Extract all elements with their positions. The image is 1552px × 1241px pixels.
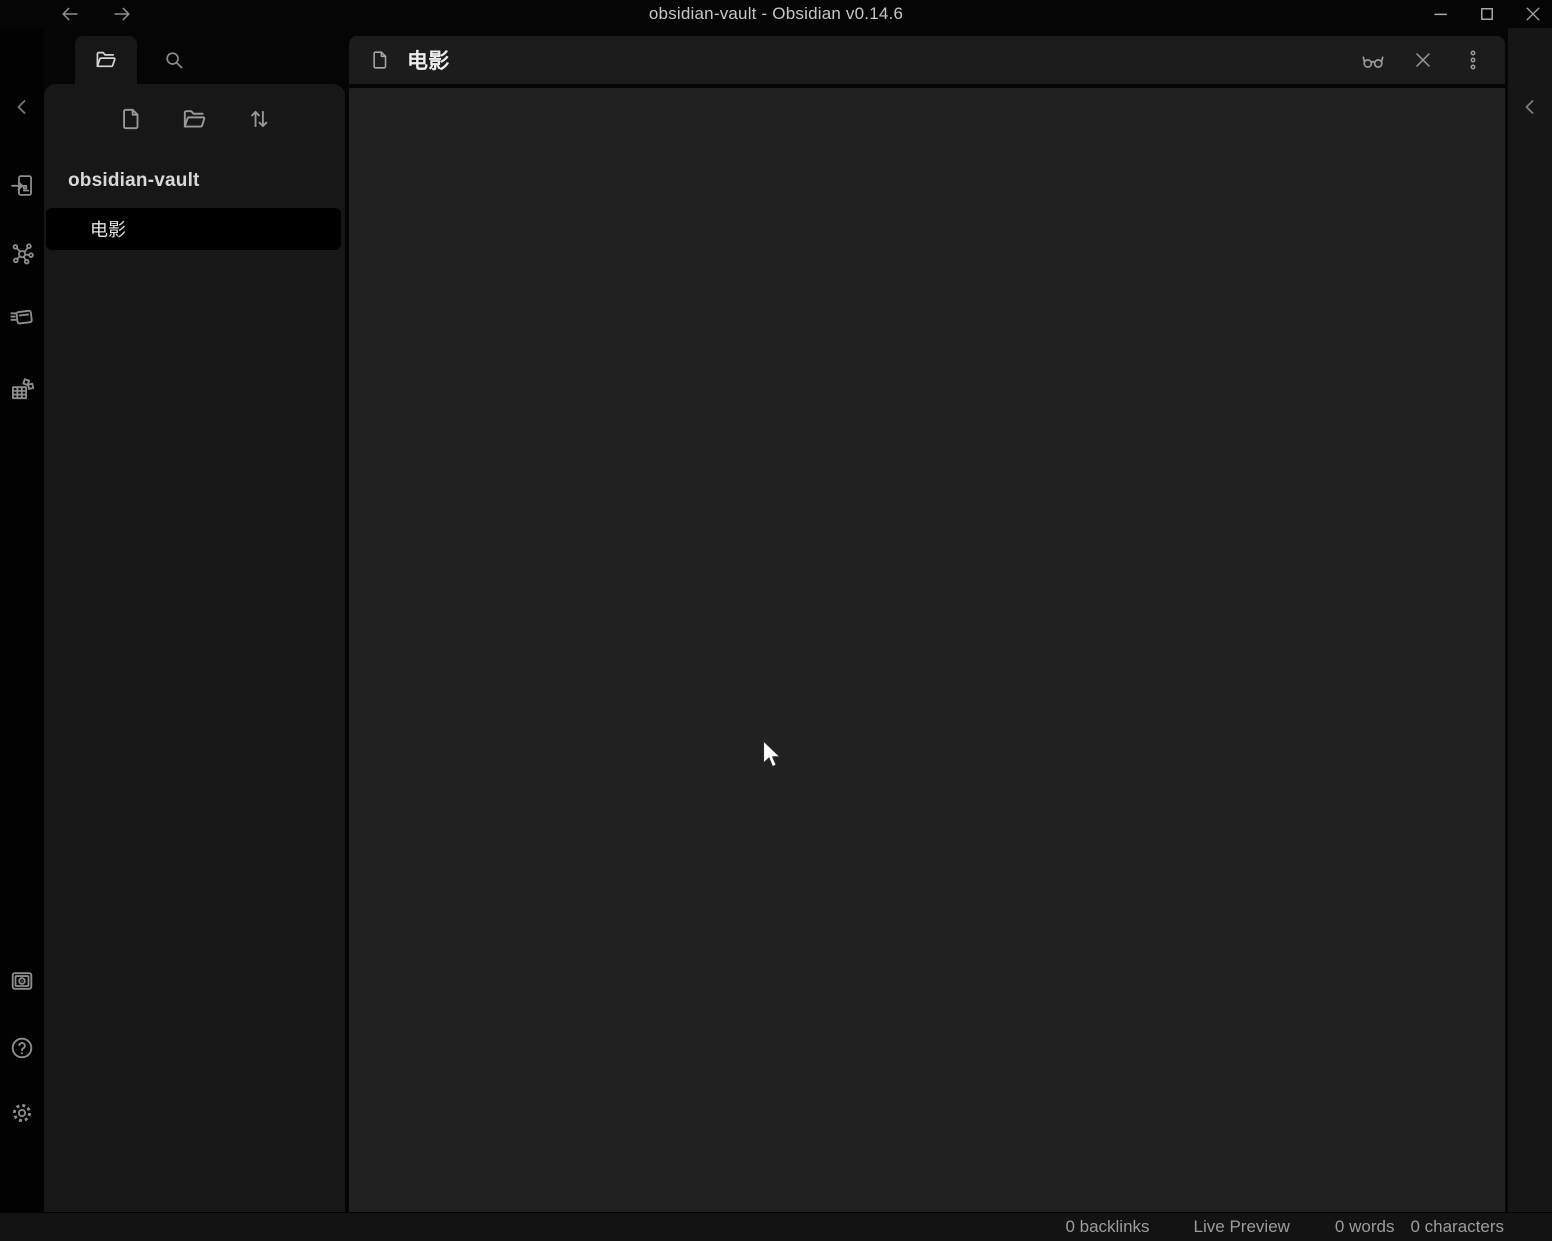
help-button[interactable] [8, 1034, 36, 1062]
expand-right-sidebar-button[interactable] [1516, 93, 1544, 121]
obsidian-window: obsidian-vault - Obsidian v0.14.6 [0, 0, 1552, 1241]
new-folder-button[interactable] [181, 105, 209, 133]
settings-button[interactable] [8, 1099, 36, 1127]
workspace: obsidian-vault 电影 电影 [0, 28, 1552, 1212]
status-backlinks[interactable]: 0 backlinks [1065, 1217, 1149, 1237]
chevron-left-icon [1518, 95, 1542, 119]
vault-name[interactable]: obsidian-vault [68, 170, 345, 194]
left-ribbon [0, 28, 44, 1212]
vault-icon [9, 968, 35, 994]
daily-note-button[interactable] [8, 303, 36, 331]
mouse-cursor [762, 740, 785, 771]
glasses-icon [1361, 47, 1385, 74]
reading-view-toggle-button[interactable] [1361, 48, 1385, 72]
new-folder-icon [181, 106, 208, 133]
search-icon [162, 48, 186, 72]
more-options-button[interactable] [1461, 48, 1485, 72]
window-title: obsidian-vault - Obsidian v0.14.6 [0, 4, 1552, 24]
sort-order-button[interactable] [245, 105, 273, 133]
pane-title: 电影 [407, 45, 450, 75]
file-item-selected[interactable]: 电影 [46, 208, 341, 250]
status-word-count: 0 words [1335, 1217, 1395, 1237]
settings-gear-icon [9, 1100, 35, 1126]
editor-area[interactable] [349, 88, 1505, 1212]
titlebar: obsidian-vault - Obsidian v0.14.6 [0, 0, 1552, 28]
left-sidebar: obsidian-vault 电影 [44, 28, 345, 1212]
status-character-count: 0 characters [1410, 1217, 1504, 1237]
tab-file-explorer[interactable] [75, 36, 137, 84]
random-note-button[interactable] [8, 376, 36, 404]
tab-search[interactable] [143, 36, 205, 84]
close-pane-icon [1411, 48, 1435, 72]
quick-switcher-icon [10, 173, 35, 198]
file-explorer-panel: obsidian-vault 电影 [44, 84, 345, 1212]
help-icon [9, 1035, 35, 1061]
right-ribbon [1508, 28, 1552, 1212]
vault-switcher-button[interactable] [8, 967, 36, 995]
new-note-icon [118, 106, 144, 132]
collapse-left-sidebar-button[interactable] [8, 93, 36, 121]
main-pane: 电影 [349, 28, 1505, 1212]
pane-actions [1361, 48, 1485, 72]
close-pane-button[interactable] [1411, 48, 1435, 72]
daily-note-icon [9, 304, 35, 330]
sidebar-tab-strip [44, 28, 345, 84]
graph-view-button[interactable] [8, 239, 36, 267]
status-editor-mode[interactable]: Live Preview [1194, 1217, 1290, 1237]
new-note-button[interactable] [117, 105, 145, 133]
quick-switcher-button[interactable] [8, 171, 36, 199]
note-file-icon [368, 48, 392, 72]
pane-header: 电影 [349, 36, 1505, 84]
explorer-actions [44, 104, 345, 134]
folder-icon [94, 48, 118, 72]
sort-order-icon [246, 106, 272, 132]
status-bar: 0 backlinks Live Preview 0 words 0 chara… [0, 1212, 1552, 1241]
kebab-dots-icon [1461, 48, 1485, 72]
chevron-left-icon [10, 95, 34, 119]
random-note-icon [9, 377, 35, 403]
graph-view-icon [10, 241, 35, 266]
file-item-label: 电影 [90, 216, 126, 242]
